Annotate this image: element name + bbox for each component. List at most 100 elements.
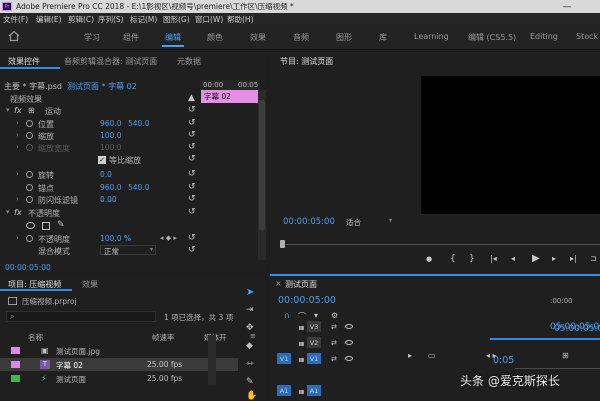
stopwatch-icon[interactable] (26, 235, 33, 242)
expand-arrow-icon[interactable]: › (16, 119, 19, 127)
scrollbar-thumb[interactable] (259, 100, 265, 230)
ripple-edit-tool-icon[interactable]: ✥ (246, 323, 254, 333)
eye-icon[interactable] (345, 356, 353, 361)
scale-value[interactable]: 100.0 (100, 131, 121, 140)
workspace-tab-learn[interactable]: 学习 (84, 32, 100, 43)
keyframe-nav-icon[interactable]: ◂ ◆ ▸ (160, 234, 177, 242)
reset-icon[interactable]: ↺ (188, 246, 197, 255)
rectangle-mask-icon[interactable] (42, 222, 50, 230)
timeline-settings-icon[interactable]: ⚙ (331, 311, 338, 320)
workspace-tab-effects[interactable]: 效果 (250, 32, 266, 43)
sync-lock-icon[interactable]: ⇄ (331, 323, 337, 331)
step-forward-button[interactable]: ▸ (552, 254, 556, 263)
search-input[interactable]: ⌕ (6, 311, 156, 322)
program-video-frame[interactable] (421, 76, 600, 214)
stopwatch-icon[interactable] (26, 196, 33, 203)
clip-bar[interactable]: 字幕 02 (201, 90, 258, 103)
program-scrub-bar[interactable] (282, 244, 600, 245)
track-label-a1[interactable]: A1 (307, 385, 321, 396)
list-item-selected[interactable]: T 字幕 02 25.00 fps (0, 358, 238, 371)
tab-audio-clip-mixer[interactable]: 音频剪辑混合器: 测试页面 (64, 56, 157, 67)
eye-icon[interactable] (345, 340, 353, 345)
step-back-button[interactable]: ◂ (511, 254, 515, 263)
reset-icon[interactable]: ↺ (188, 119, 197, 128)
workspace-tab-color[interactable]: 颜色 (207, 32, 223, 43)
opacity-value[interactable]: 100.0 % (100, 234, 131, 243)
lock-icon[interactable] (299, 390, 304, 394)
column-frame-rate[interactable]: 帧速率 (152, 332, 175, 343)
list-item[interactable]: ⚡ 测试页面 25.00 fps (0, 372, 238, 385)
add-marker-button[interactable]: ● (426, 255, 432, 263)
track-label-v2[interactable]: V2 (307, 337, 321, 348)
home-icon[interactable] (8, 30, 20, 42)
expand-arrow-icon[interactable]: › (16, 131, 19, 139)
workspace-tab-libraries[interactable]: 库 (379, 32, 387, 43)
play-button[interactable]: ▶ (532, 253, 540, 264)
tab-metadata[interactable]: 元数据 (177, 56, 201, 67)
stopwatch-icon[interactable] (26, 132, 33, 139)
anti-flicker-value[interactable]: 0.00 (100, 195, 117, 204)
position-x-value[interactable]: 960.0 (100, 119, 121, 128)
pen-mask-icon[interactable]: ✎ (57, 220, 65, 230)
sync-lock-icon[interactable]: ⇄ (331, 355, 337, 363)
pen-tool-icon[interactable]: ✎ (246, 377, 254, 387)
slip-tool-icon[interactable]: ⇿ (246, 359, 254, 369)
go-to-in-button[interactable]: |◂ (490, 254, 497, 263)
expand-arrow-icon[interactable]: › (16, 143, 19, 151)
reset-icon[interactable]: ↺ (188, 155, 197, 164)
source-patch-v1[interactable]: V1 (277, 353, 291, 364)
track-label-v3[interactable]: V3 (307, 321, 321, 332)
mark-out-button[interactable]: } (469, 254, 475, 264)
sequence-clip-label[interactable]: 测试页面 * 字幕 02 (67, 81, 137, 92)
source-patch-a1[interactable]: A1 (277, 385, 291, 396)
timeline-sequence-tab[interactable]: 测试页面 (285, 279, 317, 290)
project-scrollbar[interactable] (208, 335, 216, 385)
lock-icon[interactable] (299, 326, 304, 330)
work-area-bar[interactable] (490, 338, 600, 340)
source-clip-label[interactable]: 主要 * 字幕.psd (4, 81, 62, 92)
track-select-tool-icon[interactable]: ⇥ (246, 305, 254, 315)
workspace-tab-editing-en[interactable]: Editing (530, 32, 558, 41)
stopwatch-icon[interactable] (26, 171, 33, 178)
expand-arrow-icon[interactable]: › (16, 234, 19, 242)
expand-arrow-icon[interactable]: › (16, 195, 19, 203)
ellipse-mask-icon[interactable] (26, 222, 35, 229)
fit-dropdown[interactable]: 适合 ▾ (346, 217, 392, 227)
rotation-value[interactable]: 0.0 (100, 170, 112, 179)
reset-icon[interactable]: ↺ (188, 208, 197, 217)
minimize-button[interactable]: — (560, 0, 574, 13)
sync-lock-icon[interactable]: ⇄ (331, 339, 337, 347)
selection-tool-icon[interactable]: ➤ (246, 287, 254, 298)
stopwatch-icon[interactable] (26, 120, 33, 127)
effect-controls-timecode[interactable]: 00:00:05:00 (5, 263, 51, 272)
razor-tool-icon[interactable]: ◆ (246, 341, 253, 351)
reset-icon[interactable]: ↺ (188, 143, 197, 152)
snap-icon[interactable]: ∩ (284, 311, 290, 320)
reset-icon[interactable]: ↺ (188, 195, 197, 204)
close-icon[interactable]: × (275, 279, 282, 288)
workspace-tab-editing-cs55[interactable]: 编辑 (CS5.5) (468, 32, 516, 43)
lock-icon[interactable] (299, 342, 304, 346)
go-to-out-button[interactable]: ▸| (570, 254, 577, 263)
column-name[interactable]: 名称 (28, 332, 43, 343)
reset-icon[interactable]: ↺ (188, 170, 197, 179)
anchor-x-value[interactable]: 960.0 (100, 183, 121, 192)
position-y-value[interactable]: 540.0 (128, 119, 149, 128)
lock-icon[interactable] (299, 358, 304, 362)
expand-arrow-icon[interactable]: ▾ (6, 106, 10, 114)
workspace-tab-learning[interactable]: Learning (414, 32, 449, 41)
track-label-v1[interactable]: V1 (307, 353, 321, 364)
blend-mode-dropdown[interactable]: 正常 ▾ (100, 245, 156, 256)
add-marker-icon[interactable]: ▾ (314, 311, 318, 320)
eye-icon[interactable] (345, 324, 353, 329)
program-timecode[interactable]: 00:00:05:00 (283, 217, 335, 227)
mark-in-button[interactable]: { (450, 254, 456, 264)
workspace-tab-audio[interactable]: 音频 (293, 32, 309, 43)
timeline-timecode[interactable]: 00:00:05:00 (278, 295, 336, 306)
uniform-scale-checkbox[interactable]: ✓ (98, 156, 106, 164)
workspace-tab-graphics[interactable]: 图形 (336, 32, 352, 43)
lift-button[interactable]: ⊐ (590, 254, 597, 263)
workspace-tab-assembly[interactable]: 组件 (123, 32, 139, 43)
list-item[interactable]: ▣ 测试页面.jpg (0, 344, 238, 357)
scroll-up-icon[interactable]: ▲ (188, 94, 197, 103)
